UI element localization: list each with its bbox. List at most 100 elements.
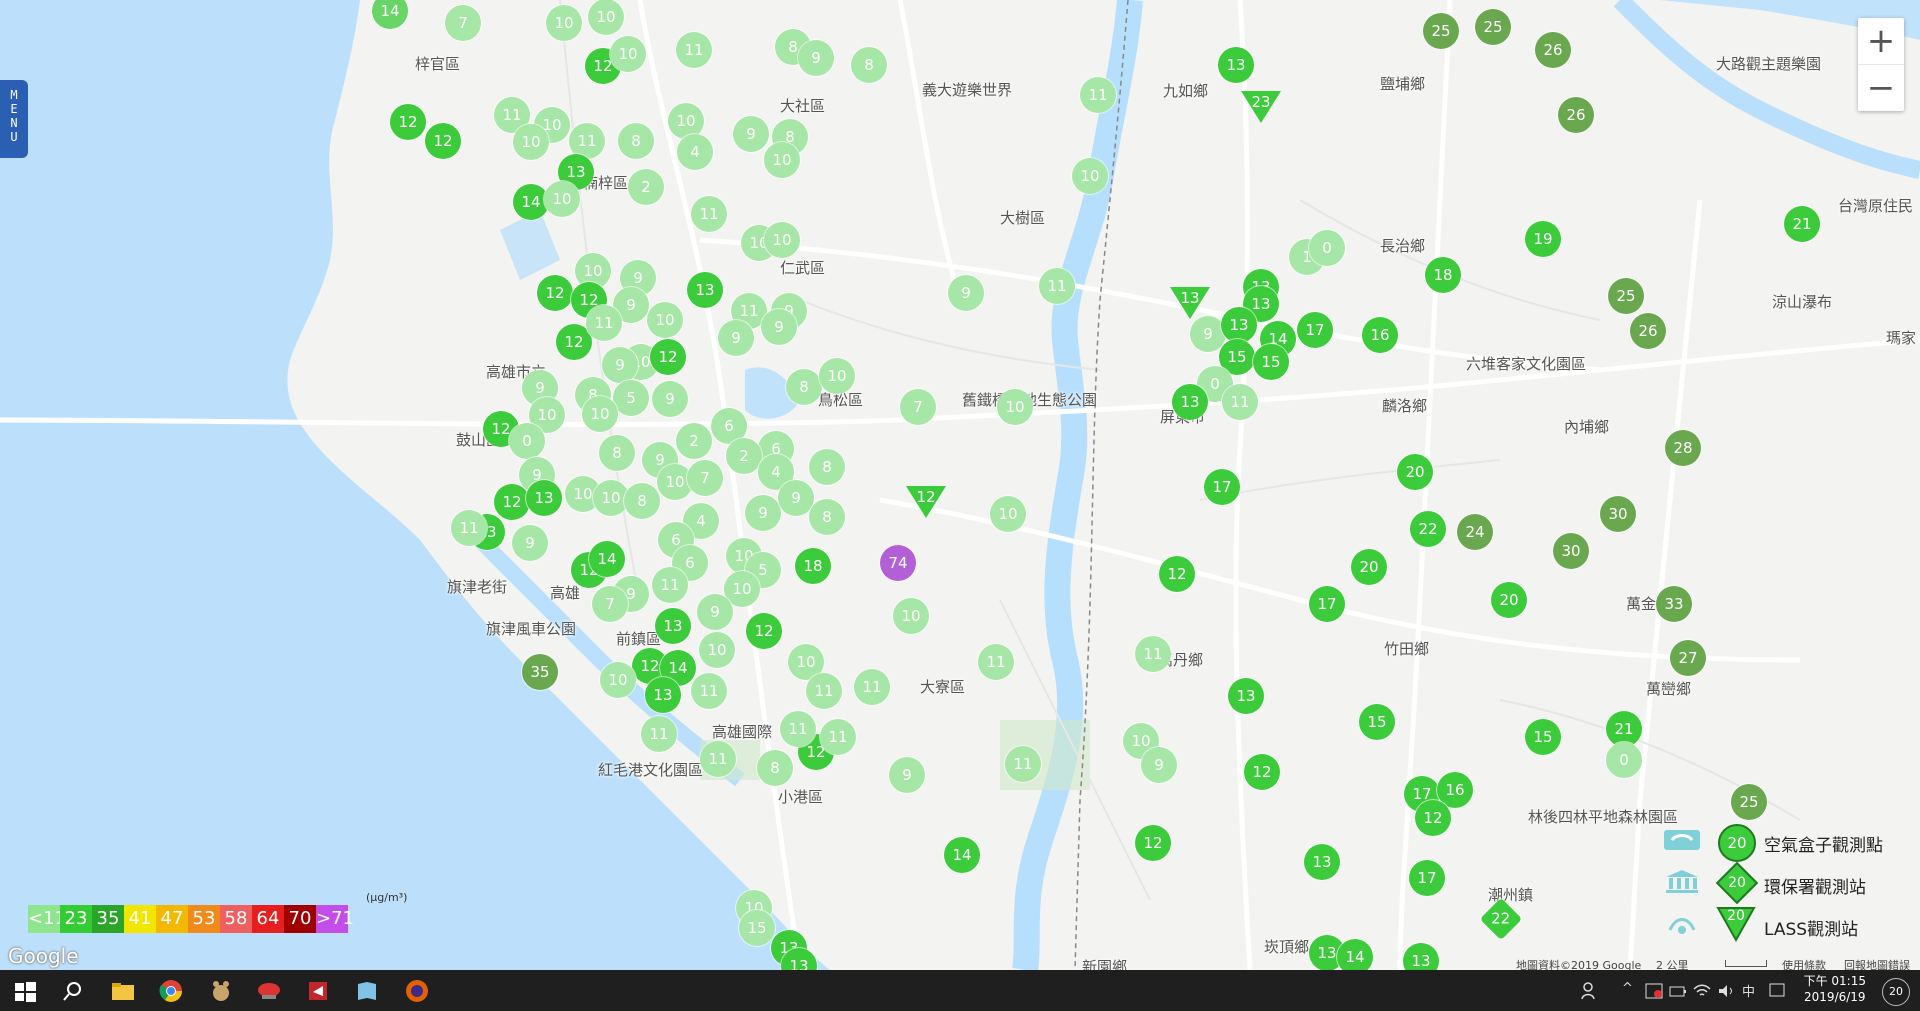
- airbox-station-marker[interactable]: 9: [602, 347, 638, 383]
- ime-indicator[interactable]: 中: [1742, 981, 1755, 1000]
- airbox-station-marker[interactable]: 24: [1457, 514, 1493, 550]
- map-canvas[interactable]: 梓官區大社區楠梓區大樹區仁武區鳥松區高雄市立鼓山區舊鐵橋濕地生態公園屏東市旗津老…: [0, 0, 1920, 970]
- airbox-station-marker[interactable]: 11: [1135, 636, 1171, 672]
- airbox-station-marker[interactable]: 16: [1362, 317, 1398, 353]
- airbox-station-marker[interactable]: 13: [687, 272, 723, 308]
- airbox-station-marker[interactable]: 10: [610, 36, 646, 72]
- airbox-station-marker[interactable]: 8: [786, 369, 822, 405]
- airbox-station-marker[interactable]: 20: [1491, 582, 1527, 618]
- airbox-station-marker[interactable]: 28: [1665, 430, 1701, 466]
- keyboard-icon[interactable]: [1768, 981, 1786, 999]
- airbox-station-marker[interactable]: 30: [1553, 533, 1589, 569]
- airbox-station-marker[interactable]: 9: [718, 320, 754, 356]
- airbox-station-marker[interactable]: 9: [889, 757, 925, 793]
- airbox-station-marker[interactable]: 10: [997, 389, 1033, 425]
- airbox-station-marker[interactable]: 15: [1525, 719, 1561, 755]
- airbox-station-marker[interactable]: 11: [978, 644, 1014, 680]
- airbox-station-marker[interactable]: 11: [780, 711, 816, 747]
- airbox-station-marker[interactable]: 10: [647, 302, 683, 338]
- airbox-station-marker[interactable]: 12: [537, 275, 573, 311]
- airbox-station-marker[interactable]: 25: [1475, 9, 1511, 45]
- airbox-station-marker[interactable]: 9: [948, 275, 984, 311]
- airbox-station-marker[interactable]: 11: [676, 32, 712, 68]
- airbox-station-marker[interactable]: 11: [700, 741, 736, 777]
- airbox-station-marker[interactable]: 15: [1253, 344, 1289, 380]
- airbox-station-marker[interactable]: 10: [1072, 158, 1108, 194]
- airbox-station-marker[interactable]: 4: [677, 134, 713, 170]
- system-clock[interactable]: 下午 01:15 2019/6/19: [1804, 973, 1866, 1005]
- notification-center-icon[interactable]: 20: [1882, 978, 1910, 1006]
- airbox-station-marker[interactable]: 11: [820, 719, 856, 755]
- airbox-station-marker[interactable]: 9: [761, 309, 797, 345]
- airbox-station-marker[interactable]: 12: [1159, 556, 1195, 592]
- app-kite-icon[interactable]: [256, 978, 282, 1004]
- airbox-station-marker[interactable]: 17: [1309, 586, 1345, 622]
- airbox-station-marker[interactable]: 7: [445, 5, 481, 41]
- airbox-station-marker[interactable]: 9: [733, 116, 769, 152]
- airbox-station-marker[interactable]: 26: [1630, 313, 1666, 349]
- airbox-station-marker[interactable]: 11: [641, 716, 677, 752]
- airbox-station-marker[interactable]: 5: [613, 380, 649, 416]
- airbox-station-marker[interactable]: 25: [1423, 13, 1459, 49]
- airbox-station-marker[interactable]: 35: [522, 654, 558, 690]
- airbox-station-marker[interactable]: 14: [944, 837, 980, 873]
- windows-start-icon[interactable]: [12, 978, 38, 1004]
- airbox-station-marker[interactable]: 14: [1337, 939, 1373, 970]
- airbox-station-marker[interactable]: 9: [652, 381, 688, 417]
- airbox-station-marker[interactable]: 13: [1221, 307, 1257, 343]
- airbox-station-marker[interactable]: 13: [1228, 678, 1264, 714]
- airbox-station-marker[interactable]: 11: [854, 669, 890, 705]
- airbox-station-marker[interactable]: 11: [586, 305, 622, 341]
- airbox-station-marker[interactable]: 8: [618, 123, 654, 159]
- airbox-station-marker[interactable]: 13: [1304, 844, 1340, 880]
- people-icon[interactable]: [1580, 980, 1602, 1002]
- airbox-station-marker[interactable]: 22: [1410, 511, 1446, 547]
- airbox-station-marker[interactable]: 10: [893, 598, 929, 634]
- airbox-station-marker[interactable]: 18: [795, 548, 831, 584]
- airbox-station-marker[interactable]: 10: [764, 222, 800, 258]
- airbox-station-marker[interactable]: 13: [645, 677, 681, 713]
- zoom-in-button[interactable]: +: [1858, 18, 1904, 64]
- security-icon[interactable]: [1644, 981, 1664, 1001]
- airbox-station-marker[interactable]: 12: [1415, 800, 1451, 836]
- airbox-station-marker[interactable]: 17: [1409, 860, 1445, 896]
- airbox-station-marker[interactable]: 8: [624, 483, 660, 519]
- airbox-station-marker[interactable]: 26: [1558, 97, 1594, 133]
- airbox-station-marker[interactable]: 17: [1297, 312, 1333, 348]
- airbox-station-marker[interactable]: 11: [1005, 746, 1041, 782]
- airbox-station-marker[interactable]: 25: [1608, 278, 1644, 314]
- airbox-station-marker[interactable]: 12: [1244, 754, 1280, 790]
- airbox-station-marker[interactable]: 21: [1784, 206, 1820, 242]
- airbox-station-marker[interactable]: 13: [526, 480, 562, 516]
- airbox-station-marker[interactable]: 7: [592, 586, 628, 622]
- lass-station-marker[interactable]: 23: [1241, 91, 1281, 125]
- airbox-station-marker[interactable]: 26: [1535, 32, 1571, 68]
- app-book-icon[interactable]: [354, 978, 380, 1004]
- app-red-icon[interactable]: [305, 978, 331, 1004]
- airbox-station-marker[interactable]: 11: [691, 196, 727, 232]
- tray-chevron-up-icon[interactable]: ^: [1622, 981, 1633, 996]
- airbox-station-marker[interactable]: 9: [1141, 747, 1177, 783]
- airbox-station-marker[interactable]: 10: [600, 662, 636, 698]
- airbox-station-marker[interactable]: 12: [425, 123, 461, 159]
- menu-button[interactable]: MENU: [0, 80, 28, 158]
- airbox-station-marker[interactable]: 20: [1351, 549, 1387, 585]
- airbox-station-marker[interactable]: 18: [1425, 257, 1461, 293]
- airbox-station-marker[interactable]: 8: [809, 449, 845, 485]
- airbox-station-marker[interactable]: 9: [745, 495, 781, 531]
- airbox-station-marker[interactable]: 13: [1218, 47, 1254, 83]
- airbox-station-marker[interactable]: 10: [582, 396, 618, 432]
- airbox-station-marker[interactable]: 25: [1731, 784, 1767, 820]
- app-animal-icon[interactable]: [208, 978, 234, 1004]
- airbox-station-marker[interactable]: 10: [544, 181, 580, 217]
- volume-icon[interactable]: [1716, 981, 1736, 1001]
- airbox-station-marker[interactable]: 13: [1172, 384, 1208, 420]
- airbox-station-marker[interactable]: 10: [819, 358, 855, 394]
- airbox-station-marker[interactable]: 11: [1080, 77, 1116, 113]
- airbox-station-marker[interactable]: 27: [1670, 640, 1706, 676]
- airbox-station-marker[interactable]: 2: [628, 169, 664, 205]
- airbox-station-marker[interactable]: 2: [726, 438, 762, 474]
- airbox-station-marker[interactable]: 8: [809, 499, 845, 535]
- airbox-station-marker[interactable]: 74: [880, 545, 916, 581]
- airbox-station-marker[interactable]: 10: [546, 5, 582, 41]
